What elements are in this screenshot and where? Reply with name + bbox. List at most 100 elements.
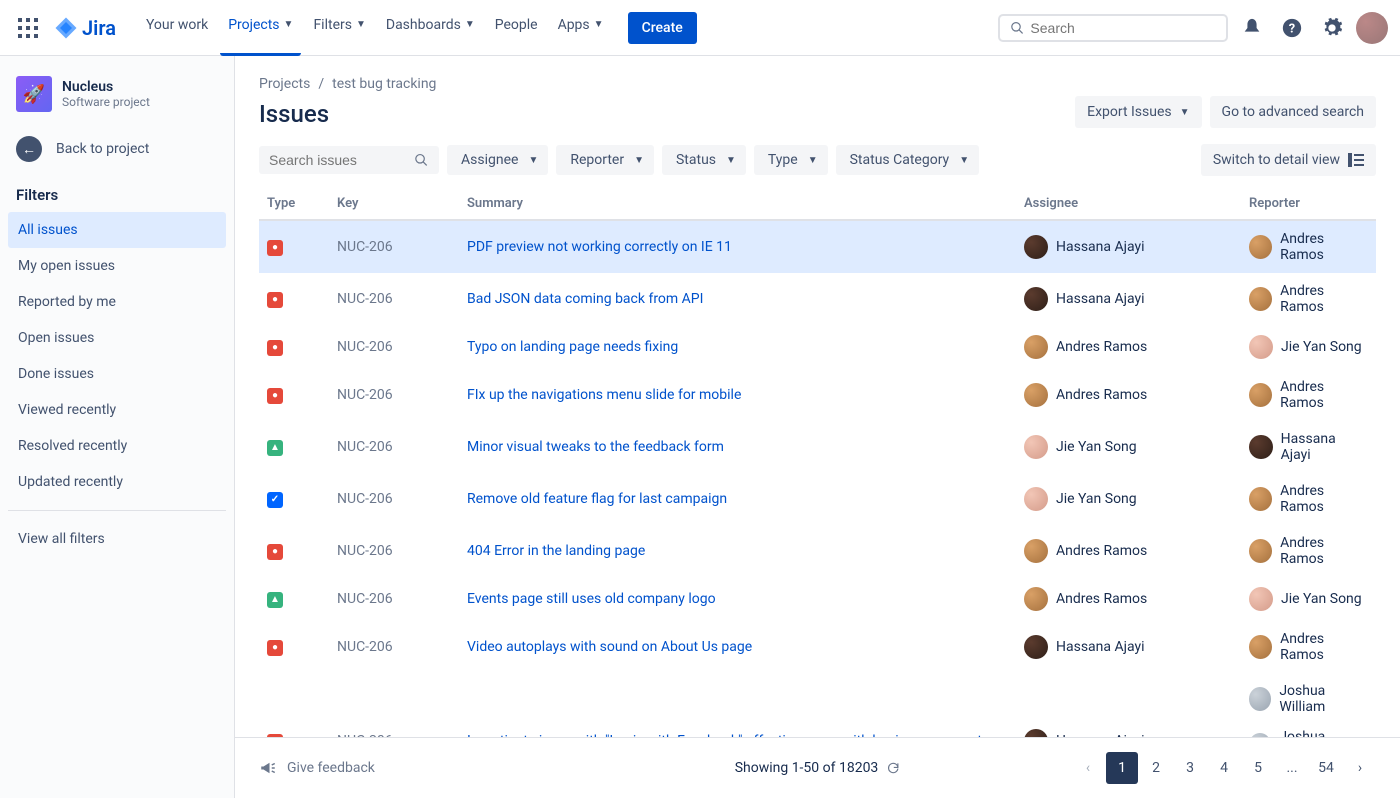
filter-status-category[interactable]: Status Category▼ bbox=[836, 145, 979, 175]
issue-summary-link[interactable]: Video autoplays with sound on About Us p… bbox=[467, 639, 752, 655]
issue-key[interactable]: NUC-206 bbox=[329, 220, 459, 273]
sidebar-filter-item[interactable]: Viewed recently bbox=[8, 392, 226, 428]
nav-apps[interactable]: Apps▼ bbox=[550, 0, 612, 56]
breadcrumb-projects[interactable]: Projects bbox=[259, 76, 310, 92]
sidebar-filter-item[interactable]: Reported by me bbox=[8, 284, 226, 320]
search-issues-input[interactable] bbox=[269, 152, 414, 168]
issue-key[interactable]: NUC-206 bbox=[329, 273, 459, 325]
issue-row[interactable]: ●NUC-206FIx up the navigations menu slid… bbox=[259, 369, 1376, 421]
nav-filters[interactable]: Filters▼ bbox=[305, 0, 373, 56]
issue-summary-link[interactable]: Minor visual tweaks to the feedback form bbox=[467, 439, 724, 455]
filter-reporter[interactable]: Reporter▼ bbox=[556, 145, 654, 175]
refresh-icon[interactable] bbox=[886, 761, 900, 775]
filter-type[interactable]: Type▼ bbox=[754, 145, 828, 175]
help-icon[interactable]: ? bbox=[1276, 12, 1308, 44]
issue-key[interactable]: NUC-206 bbox=[329, 577, 459, 621]
reporter[interactable]: Jie Yan Song bbox=[1249, 587, 1368, 611]
reporter[interactable]: Andres Ramos bbox=[1249, 535, 1368, 567]
reporter[interactable]: Andres Ramos bbox=[1249, 231, 1368, 263]
switch-view-button[interactable]: Switch to detail view bbox=[1201, 144, 1376, 176]
reporter[interactable]: Hassana Ajayi bbox=[1249, 431, 1368, 463]
sidebar-filter-item[interactable]: Resolved recently bbox=[8, 428, 226, 464]
issue-summary-link[interactable]: Remove old feature flag for last campaig… bbox=[467, 491, 727, 507]
reporter[interactable]: Andres Ramos bbox=[1249, 483, 1368, 515]
col-assignee[interactable]: Assignee bbox=[1016, 188, 1241, 220]
issue-summary-link[interactable]: 404 Error in the landing page bbox=[467, 543, 645, 559]
issue-summary-link[interactable]: Events page still uses old company logo bbox=[467, 591, 716, 607]
view-all-filters[interactable]: View all filters bbox=[8, 521, 226, 557]
col-type[interactable]: Type bbox=[259, 188, 329, 220]
filter-status[interactable]: Status▼ bbox=[662, 145, 746, 175]
assignee[interactable]: Andres Ramos bbox=[1024, 383, 1233, 407]
page-button[interactable]: 54 bbox=[1310, 752, 1342, 784]
page-button[interactable]: 1 bbox=[1106, 752, 1138, 784]
assignee[interactable]: Andres Ramos bbox=[1024, 587, 1233, 611]
issue-row[interactable]: ●NUC-206Bad JSON data coming back from A… bbox=[259, 273, 1376, 325]
issue-row[interactable]: ●NUC-206404 Error in the landing pageAnd… bbox=[259, 525, 1376, 577]
global-search[interactable] bbox=[998, 14, 1228, 42]
page-prev[interactable]: ‹ bbox=[1072, 752, 1104, 784]
sidebar-filter-item[interactable]: Updated recently bbox=[8, 464, 226, 500]
sidebar-filter-item[interactable]: Open issues bbox=[8, 320, 226, 356]
col-summary[interactable]: Summary bbox=[459, 188, 1016, 220]
nav-dashboards[interactable]: Dashboards▼ bbox=[378, 0, 483, 56]
assignee[interactable]: Jie Yan Song bbox=[1024, 487, 1233, 511]
notifications-icon[interactable] bbox=[1236, 12, 1268, 44]
breadcrumb-project[interactable]: test bug tracking bbox=[332, 76, 436, 92]
col-reporter[interactable]: Reporter bbox=[1241, 188, 1376, 220]
issue-key[interactable]: NUC-206 bbox=[329, 525, 459, 577]
issue-key[interactable]: NUC-206 bbox=[329, 673, 459, 737]
issue-row[interactable]: ▲NUC-206Events page still uses old compa… bbox=[259, 577, 1376, 621]
assignee[interactable]: Hassana Ajayi bbox=[1024, 235, 1233, 259]
filter-assignee[interactable]: Assignee▼ bbox=[447, 145, 548, 175]
sidebar-filter-item[interactable]: All issues bbox=[8, 212, 226, 248]
create-button[interactable]: Create bbox=[628, 12, 697, 44]
reporter[interactable]: Jie Yan Song bbox=[1249, 335, 1368, 359]
reporter[interactable]: Andres Ramos bbox=[1249, 631, 1368, 663]
jira-logo[interactable]: Jira bbox=[48, 12, 122, 44]
issue-row[interactable]: ●NUC-206Video autoplays with sound on Ab… bbox=[259, 621, 1376, 673]
settings-icon[interactable] bbox=[1316, 12, 1348, 44]
reporter[interactable]: Andres Ramos bbox=[1249, 379, 1368, 411]
export-issues-button[interactable]: Export Issues▼ bbox=[1075, 96, 1201, 128]
issue-summary-link[interactable]: FIx up the navigations menu slide for mo… bbox=[467, 387, 741, 403]
col-key[interactable]: Key bbox=[329, 188, 459, 220]
issue-row[interactable]: ✓NUC-206Remove old feature flag for last… bbox=[259, 473, 1376, 525]
give-feedback[interactable]: Give feedback bbox=[259, 759, 375, 777]
issue-row[interactable]: ●NUC-206PDF preview not working correctl… bbox=[259, 220, 1376, 273]
search-issues-box[interactable] bbox=[259, 146, 439, 174]
reporter[interactable]: Joshua William bbox=[1249, 683, 1368, 715]
issue-key[interactable]: NUC-206 bbox=[329, 369, 459, 421]
issue-key[interactable]: NUC-206 bbox=[329, 325, 459, 369]
issue-row[interactable]: ▲NUC-206Minor visual tweaks to the feedb… bbox=[259, 421, 1376, 473]
nav-projects[interactable]: Projects▼ bbox=[220, 0, 301, 56]
sidebar-filter-item[interactable]: My open issues bbox=[8, 248, 226, 284]
reporter[interactable]: Andres Ramos bbox=[1249, 283, 1368, 315]
issue-key[interactable]: NUC-206 bbox=[329, 421, 459, 473]
issue-summary-link[interactable]: PDF preview not working correctly on IE … bbox=[467, 239, 732, 255]
issue-key[interactable]: NUC-206 bbox=[329, 621, 459, 673]
issue-summary-link[interactable]: Typo on landing page needs fixing bbox=[467, 339, 678, 355]
user-avatar[interactable] bbox=[1356, 12, 1388, 44]
assignee[interactable]: Andres Ramos bbox=[1024, 335, 1233, 359]
page-button[interactable]: 5 bbox=[1242, 752, 1274, 784]
page-next[interactable]: › bbox=[1344, 752, 1376, 784]
reporter[interactable]: Joshua William bbox=[1249, 729, 1368, 737]
app-switcher-icon[interactable] bbox=[12, 12, 44, 44]
page-button[interactable]: 2 bbox=[1140, 752, 1172, 784]
page-button[interactable]: 3 bbox=[1174, 752, 1206, 784]
global-search-input[interactable] bbox=[1030, 20, 1216, 36]
project-header[interactable]: 🚀 Nucleus Software project bbox=[8, 76, 226, 126]
assignee[interactable]: Hassana Ajayi bbox=[1024, 729, 1233, 737]
page-button[interactable]: 4 bbox=[1208, 752, 1240, 784]
assignee[interactable]: Hassana Ajayi bbox=[1024, 635, 1233, 659]
issue-summary-link[interactable]: Bad JSON data coming back from API bbox=[467, 291, 703, 307]
issue-row[interactable]: ●NUC-206Investigate issue with "Login wi… bbox=[259, 673, 1376, 737]
sidebar-filter-item[interactable]: Done issues bbox=[8, 356, 226, 392]
issue-row[interactable]: ●NUC-206Typo on landing page needs fixin… bbox=[259, 325, 1376, 369]
assignee[interactable]: Hassana Ajayi bbox=[1024, 287, 1233, 311]
assignee[interactable]: Andres Ramos bbox=[1024, 539, 1233, 563]
nav-your-work[interactable]: Your work bbox=[138, 0, 216, 56]
assignee[interactable]: Jie Yan Song bbox=[1024, 435, 1233, 459]
nav-people[interactable]: People bbox=[487, 0, 546, 56]
